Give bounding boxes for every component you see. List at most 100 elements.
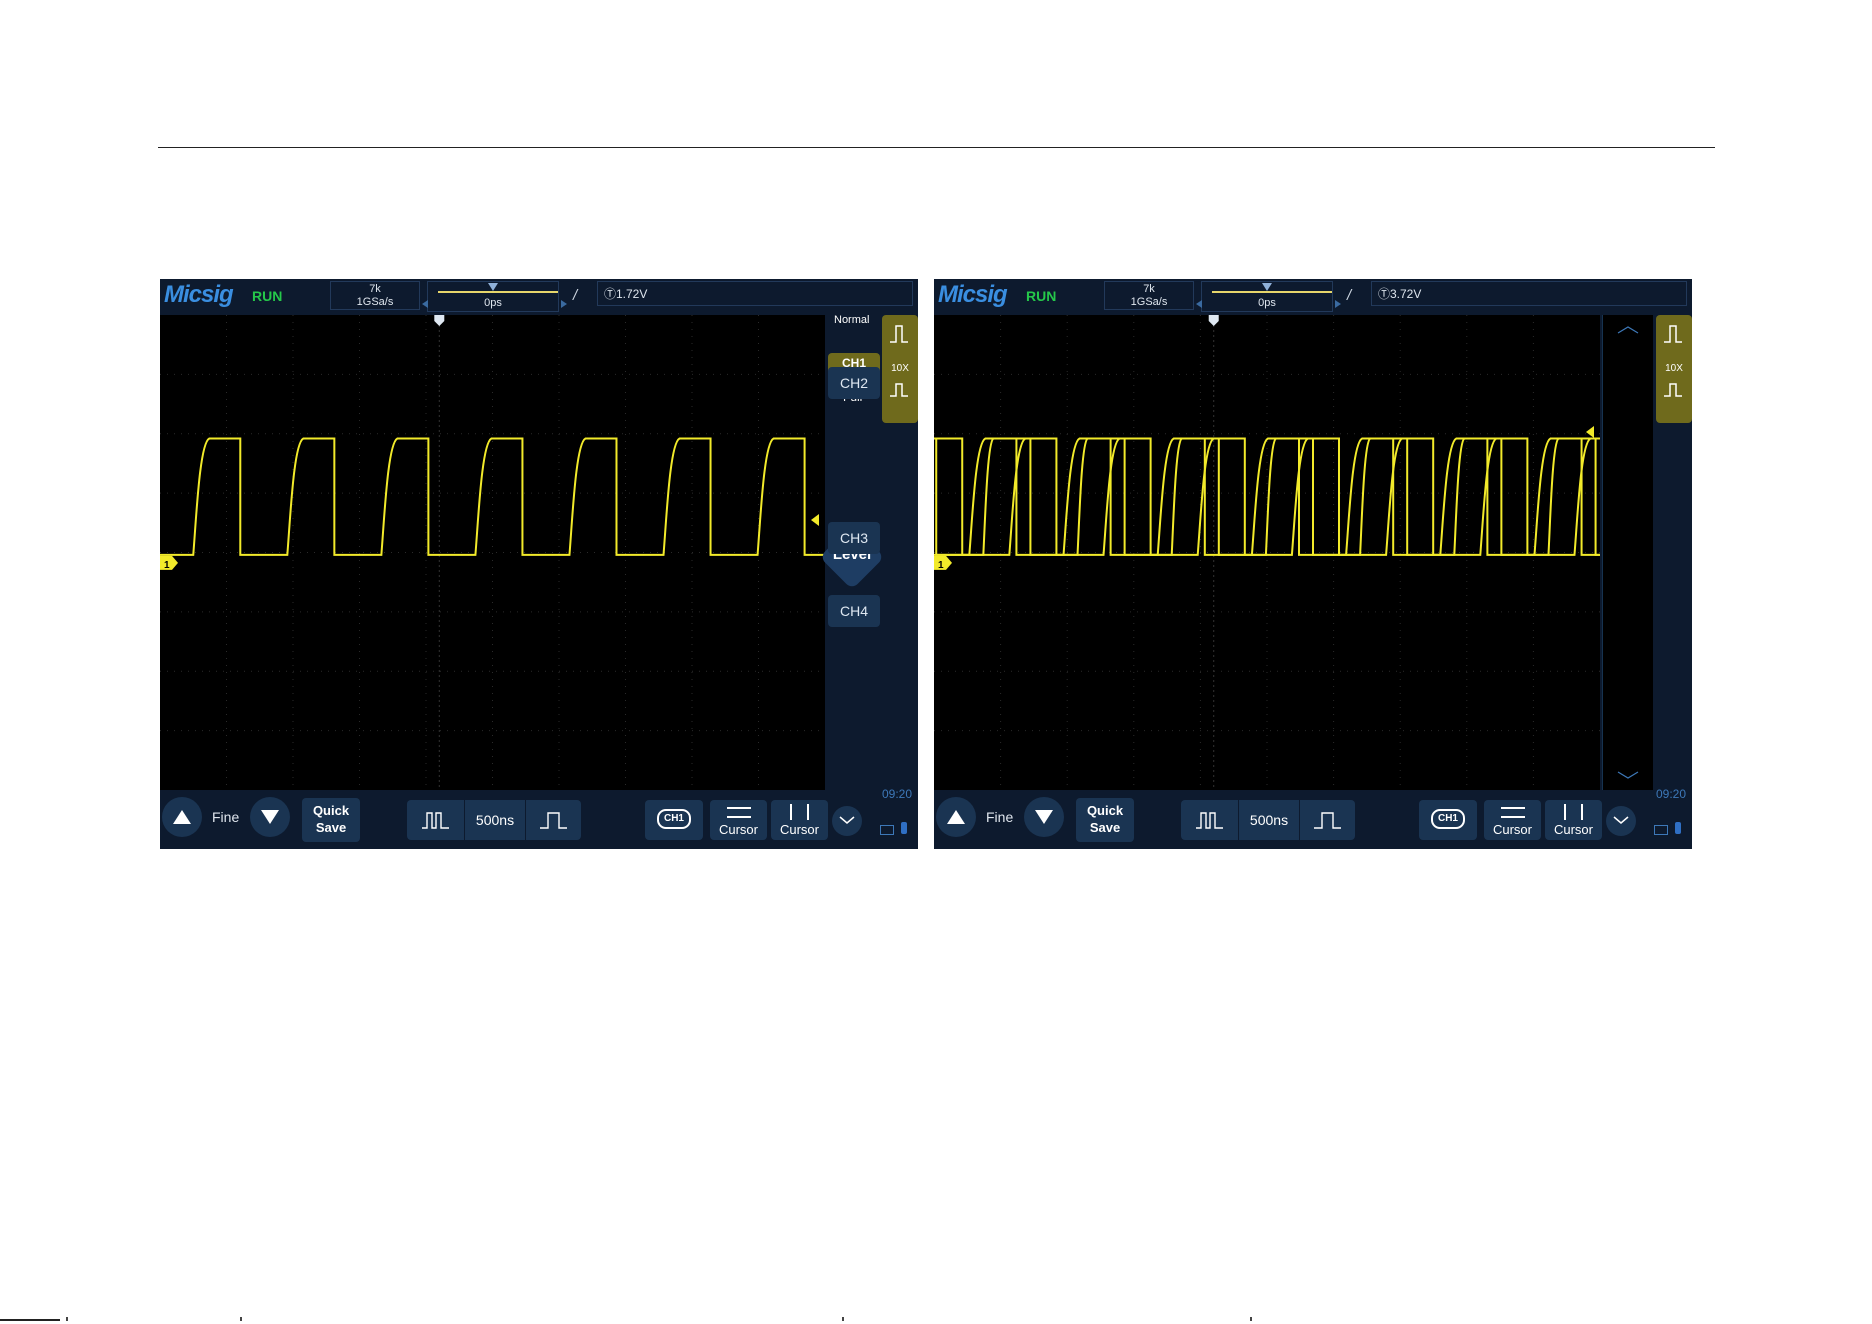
trigger-level-arrow	[811, 514, 819, 526]
ch1-select-button[interactable]: CH1	[645, 800, 703, 840]
collapsed-side-panel[interactable]	[1602, 315, 1653, 790]
left-arrow-icon[interactable]	[422, 300, 428, 308]
footer-rule	[0, 1319, 60, 1321]
pulse-train-icon[interactable]	[421, 810, 451, 830]
collapse-chevron-icon	[839, 816, 855, 824]
page-rule	[158, 147, 1715, 148]
footer-mark	[66, 1317, 68, 1321]
quick-save-line2: Save	[315, 820, 347, 835]
ch2-button[interactable]: CH2	[828, 367, 880, 399]
fine-label[interactable]: Fine	[986, 809, 1013, 825]
trigger-time-marker	[434, 315, 445, 326]
waveform-display[interactable]: 1	[934, 315, 1600, 790]
expand-menu-button[interactable]	[832, 806, 862, 836]
right-arrow-icon[interactable]	[561, 300, 567, 308]
horizontal-cursor-button[interactable]: Cursor	[710, 800, 767, 840]
horizontal-cursor-icon	[727, 816, 751, 818]
pulse-low-icon	[1664, 383, 1682, 397]
ch1-select-button[interactable]: CH1	[1419, 800, 1477, 840]
waveform-svg: 1	[160, 315, 825, 790]
trigger-time-marker	[1208, 315, 1219, 326]
brand-logo: Micsig	[938, 281, 1008, 308]
timebase-value: 500ns	[464, 800, 526, 840]
chevron-down-icon[interactable]	[1617, 770, 1639, 780]
scale-down-button[interactable]	[250, 797, 290, 837]
cursor-label: Cursor	[718, 822, 758, 837]
waveform-svg: 1	[934, 315, 1600, 790]
time-position-box[interactable]: 0ps	[1196, 281, 1341, 312]
top-bar: Micsig RUN 7k 1GSa/s 0ps / Ⓣ3.72V	[934, 279, 1692, 313]
scale-up-button[interactable]	[162, 797, 202, 837]
fine-label[interactable]: Fine	[212, 809, 239, 825]
probe-panel[interactable]: 10X	[882, 315, 918, 423]
vertical-cursor-icon	[790, 804, 792, 820]
display-icon	[880, 825, 894, 835]
clock: 09:20	[882, 787, 913, 801]
chevron-up-icon[interactable]	[1617, 325, 1639, 335]
scale-up-button[interactable]	[936, 797, 976, 837]
quick-save-line2: Save	[1089, 820, 1121, 835]
probe-ratio: 10X	[891, 363, 909, 374]
display-icon	[1654, 825, 1668, 835]
expand-menu-button[interactable]	[1606, 806, 1636, 836]
ch1-pill: CH1	[657, 809, 691, 829]
rising-edge-icon[interactable]: /	[573, 287, 577, 304]
pulse-high-icon	[1664, 325, 1682, 343]
waveform-display[interactable]: 1	[160, 315, 825, 790]
vertical-cursor-icon	[1564, 804, 1566, 820]
cursor-label: Cursor	[1492, 822, 1532, 837]
cursor-label: Cursor	[779, 822, 819, 837]
ch1-ground-label: 1	[164, 560, 170, 571]
run-status[interactable]: RUN	[252, 288, 282, 304]
trigger-position-marker-icon	[488, 283, 498, 291]
left-arrow-icon[interactable]	[1196, 300, 1202, 308]
pulse-train-icon[interactable]	[1195, 810, 1225, 830]
horizontal-cursor-icon	[1501, 807, 1525, 809]
footer-mark	[1250, 1317, 1252, 1321]
run-status[interactable]: RUN	[1026, 288, 1056, 304]
footer-mark	[842, 1317, 844, 1321]
timebase-control[interactable]: 500ns	[1181, 800, 1355, 840]
time-position-box[interactable]: 0ps	[422, 281, 567, 312]
probe-panel[interactable]: 10X	[1656, 315, 1692, 423]
ch3-button[interactable]: CH3	[828, 522, 880, 554]
chevron-down-icon	[1035, 810, 1053, 824]
memory-depth: 7k	[1143, 283, 1155, 295]
memory-sample-box[interactable]: 7k 1GSa/s	[330, 281, 420, 310]
collapse-chevron-icon	[1613, 816, 1629, 824]
vertical-cursor-icon	[807, 804, 809, 820]
trigger-mode[interactable]: Normal	[834, 314, 869, 326]
oscilloscope-screenshot-left: Micsig RUN 7k 1GSa/s 0ps / Ⓣ1.72V 1 Norm…	[160, 279, 918, 849]
rising-edge-icon[interactable]: /	[1347, 287, 1351, 304]
clock: 09:20	[1656, 787, 1687, 801]
vertical-cursor-button[interactable]: Cursor	[1545, 800, 1602, 840]
memory-depth: 7k	[369, 283, 381, 295]
pulse-high-icon	[890, 325, 908, 343]
timebase-value: 500ns	[1238, 800, 1300, 840]
brand-logo: Micsig	[164, 281, 234, 308]
ch4-button[interactable]: CH4	[828, 595, 880, 627]
right-arrow-icon[interactable]	[1335, 300, 1341, 308]
quick-save-button[interactable]: Quick Save	[302, 798, 360, 842]
quick-save-line1: Quick	[1086, 803, 1124, 818]
horizontal-cursor-button[interactable]: Cursor	[1484, 800, 1541, 840]
single-pulse-icon[interactable]	[1313, 810, 1343, 830]
scale-down-button[interactable]	[1024, 797, 1064, 837]
trigger-level[interactable]: Ⓣ1.72V	[597, 281, 913, 306]
horizontal-cursor-icon	[727, 807, 751, 809]
quick-save-button[interactable]: Quick Save	[1076, 798, 1134, 842]
quick-save-line1: Quick	[312, 803, 350, 818]
trigger-position-marker-icon	[1262, 283, 1272, 291]
timebase-control[interactable]: 500ns	[407, 800, 581, 840]
horizontal-cursor-icon	[1501, 816, 1525, 818]
chevron-up-icon	[947, 810, 965, 824]
ch1-pill: CH1	[1431, 809, 1465, 829]
top-bar: Micsig RUN 7k 1GSa/s 0ps / Ⓣ1.72V	[160, 279, 918, 313]
trigger-level[interactable]: Ⓣ3.72V	[1371, 281, 1687, 306]
vertical-cursor-button[interactable]: Cursor	[771, 800, 828, 840]
single-pulse-icon[interactable]	[539, 810, 569, 830]
memory-sample-box[interactable]: 7k 1GSa/s	[1104, 281, 1194, 310]
probe-ratio: 10X	[1665, 363, 1683, 374]
time-offset: 0ps	[484, 297, 502, 309]
vertical-cursor-icon	[1581, 804, 1583, 820]
